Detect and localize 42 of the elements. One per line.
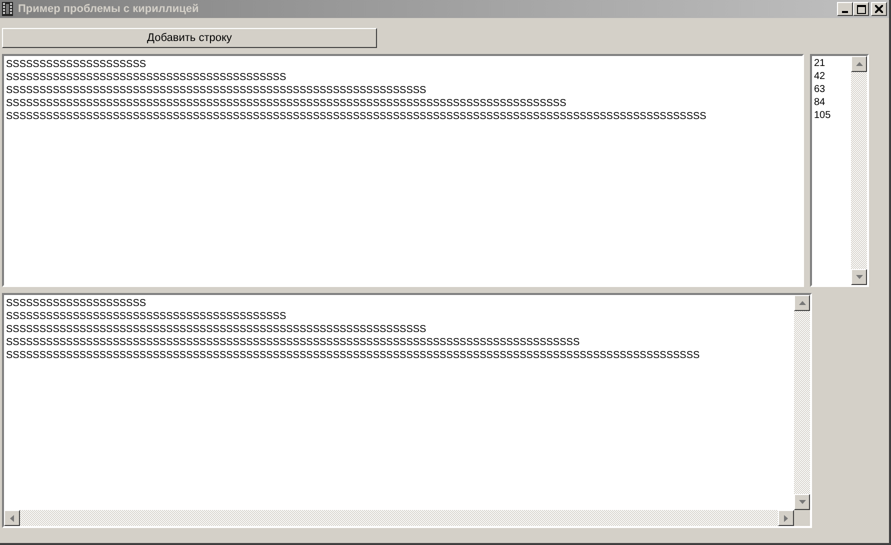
maximize-button[interactable] [853,2,869,16]
scroll-down-button[interactable] [794,494,810,510]
left-arrow-icon [10,514,14,522]
horizontal-scrollbar[interactable] [4,510,810,526]
up-arrow-icon [798,301,806,305]
text-line: SSSSSSSSSSSSSSSSSSSSSSSSSSSSSSSSSSSSSSSSSSSSSSSSSSSSSSSSSSSSSSS [6,84,428,97]
list-item[interactable]: 21 [814,57,849,70]
up-arrow-icon [856,62,862,66]
scroll-up-button[interactable] [851,56,867,72]
scrollbar-corner [794,510,810,526]
text-line: SSSSSSSSSSSSSSSSSSSSSSSSSSSSSSSSSSSSSSSSSSSSSSSSSSSSSSSSSSSSSSSSSSSSSSSSSSSSSSSSSSSSSSSSSSSSSSSSSSSSSSSSS [6,110,708,123]
text-area[interactable] [2,54,804,287]
film-icon [1,2,14,16]
text-line: SSSSSSSSSSSSSSSSSSSSSSSSSSSSSSSSSSSSSSSSSSSSSSSSSSSSSSSSSSSSSSSSSSSSSSSSSSSSSSSSSSSSSSSSSSSSSSSSSSSSSSSS [6,349,701,362]
text-line: SSSSSSSSSSSSSSSSSSSSSSSSSSSSSSSSSSSSSSSSSSSSSSSSSSSSSSSSSSSSSSS [6,323,428,336]
list-box[interactable]: 21 42 63 84 105 [810,54,869,287]
vertical-scrollbar[interactable] [851,56,867,285]
down-arrow-icon [856,275,862,279]
text-line: SSSSSSSSSSSSSSSSSSSSSSSSSSSSSSSSSSSSSSSSSSSSSSSSSSSSSSSSSSSSSSSSSSSSSSSSSSSSSSSSSSSSSS [6,336,581,349]
scroll-up-button[interactable] [794,295,810,311]
add-line-button[interactable]: Добавить строку [2,28,377,48]
window-title: Пример проблемы с кириллицей [18,3,200,15]
scroll-down-button[interactable] [851,269,867,285]
close-button[interactable] [871,2,887,16]
right-arrow-icon [784,514,788,522]
scroll-right-button[interactable] [778,510,794,526]
maximize-icon [856,4,866,14]
text-line: SSSSSSSSSSSSSSSSSSSSSSSSSSSSSSSSSSSSSSSSSS [6,310,288,323]
vertical-scrollbar[interactable] [794,295,810,510]
list-item[interactable]: 42 [814,70,849,83]
close-icon [875,5,883,13]
text-line: SSSSSSSSSSSSSSSSSSSSS [6,297,148,310]
minimize-button[interactable] [837,2,853,16]
text-area[interactable] [2,293,812,528]
list-item[interactable]: 63 [814,83,849,96]
scroll-left-button[interactable] [4,510,20,526]
down-arrow-icon [798,500,806,504]
text-line: SSSSSSSSSSSSSSSSSSSSSSSSSSSSSSSSSSSSSSSSSS [6,71,288,84]
list-item[interactable]: 105 [814,109,849,122]
list-item[interactable]: 84 [814,96,849,109]
text-line: SSSSSSSSSSSSSSSSSSSSS [6,58,148,71]
text-line: SSSSSSSSSSSSSSSSSSSSSSSSSSSSSSSSSSSSSSSSSSSSSSSSSSSSSSSSSSSSSSSSSSSSSSSSSSSSSSSSSSSS [6,97,568,110]
